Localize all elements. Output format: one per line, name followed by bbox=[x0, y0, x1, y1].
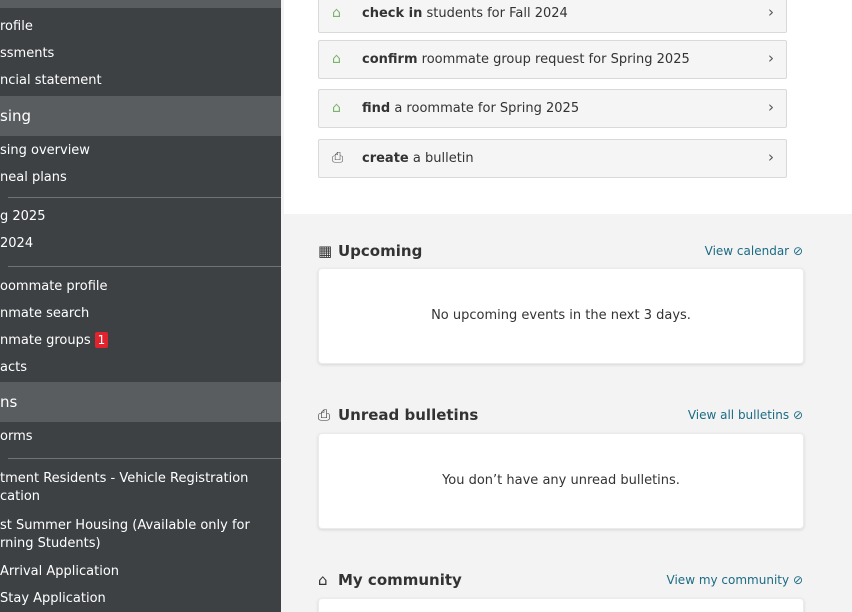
upcoming-heading: ▦ Upcoming bbox=[318, 242, 423, 260]
sidebar-item-financial-statement[interactable]: ncial statement bbox=[0, 72, 102, 90]
sidebar-item-forms[interactable]: orms bbox=[0, 428, 33, 446]
sidebar-divider bbox=[8, 197, 281, 198]
sidebar-item-vehicle-registration-cont[interactable]: cation bbox=[0, 488, 40, 506]
sidebar-section-label: ns bbox=[0, 393, 18, 411]
bulletins-card: You don’t have any unread bulletins. bbox=[318, 433, 804, 529]
task-label: find a roommate for Spring 2025 bbox=[362, 101, 580, 116]
my-community-heading: ⌂ My community bbox=[318, 571, 462, 589]
task-label: confirm roommate group request for Sprin… bbox=[362, 52, 690, 67]
sidebar-item-fall-2024[interactable]: 2024 bbox=[0, 235, 33, 253]
task-confirm-roommate-group[interactable]: ⌂ confirm roommate group request for Spr… bbox=[318, 40, 787, 79]
bulletins-empty-message: You don’t have any unread bulletins. bbox=[442, 473, 680, 488]
sidebar-item-profile[interactable]: rofile bbox=[0, 18, 33, 36]
notification-badge: 1 bbox=[94, 332, 109, 348]
house-icon: ⌂ bbox=[332, 5, 341, 21]
chevron-right-icon: › bbox=[768, 98, 774, 116]
sidebar-item-assessments[interactable]: ssments bbox=[0, 45, 54, 63]
sidebar-top-section bbox=[0, 0, 281, 8]
sidebar-section-label: sing bbox=[0, 107, 32, 125]
sidebar-item-roommate-groups[interactable]: nmate groups 1 bbox=[0, 332, 109, 350]
sidebar-section-forms[interactable]: ns bbox=[0, 382, 281, 422]
circle-arrow-icon: ⊘ bbox=[792, 573, 803, 587]
sidebar-item-roommate-profile[interactable]: oommate profile bbox=[0, 278, 108, 296]
task-create-bulletin[interactable]: ⎙ create a bulletin › bbox=[318, 139, 787, 178]
sidebar-item-contacts[interactable]: acts bbox=[0, 359, 27, 377]
sidebar-item-summer-housing-cont[interactable]: rning Students) bbox=[0, 535, 101, 553]
calendar-icon: ▦ bbox=[318, 242, 333, 260]
sidebar-divider bbox=[8, 458, 281, 459]
house-icon: ⌂ bbox=[318, 571, 328, 589]
chevron-right-icon: › bbox=[768, 49, 774, 67]
sidebar-item-stay-application[interactable]: Stay Application bbox=[0, 590, 106, 608]
sidebar-divider bbox=[8, 266, 281, 267]
house-icon: ⌂ bbox=[332, 51, 341, 67]
chevron-right-icon: › bbox=[768, 3, 774, 21]
sidebar-item-label: nmate groups bbox=[0, 333, 91, 348]
main-content: ⌂ check in students for Fall 2024 › ⌂ co… bbox=[284, 0, 852, 612]
task-label: create a bulletin bbox=[362, 151, 474, 166]
view-my-community-link[interactable]: View my community ⊘ bbox=[667, 571, 803, 589]
unread-bulletins-heading: ⎙ Unread bulletins bbox=[318, 406, 479, 424]
sidebar-item-meal-plans[interactable]: neal plans bbox=[0, 169, 67, 187]
upcoming-empty-message: No upcoming events in the next 3 days. bbox=[431, 308, 691, 323]
task-label: check in students for Fall 2024 bbox=[362, 6, 568, 21]
bulletin-icon: ⎙ bbox=[318, 406, 331, 424]
upcoming-card: No upcoming events in the next 3 days. bbox=[318, 268, 804, 364]
circle-arrow-icon: ⊘ bbox=[792, 408, 803, 422]
community-card bbox=[318, 598, 804, 612]
chevron-right-icon: › bbox=[768, 148, 774, 166]
sidebar-section-housing[interactable]: sing bbox=[0, 96, 281, 136]
sidebar-item-housing-overview[interactable]: sing overview bbox=[0, 142, 90, 160]
view-calendar-link[interactable]: View calendar ⊘ bbox=[705, 242, 803, 260]
circle-arrow-icon: ⊘ bbox=[792, 244, 803, 258]
task-check-in[interactable]: ⌂ check in students for Fall 2024 › bbox=[318, 0, 787, 33]
task-find-roommate[interactable]: ⌂ find a roommate for Spring 2025 › bbox=[318, 89, 787, 128]
tasks-panel: ⌂ check in students for Fall 2024 › ⌂ co… bbox=[284, 0, 852, 214]
sidebar-item-roommate-search[interactable]: nmate search bbox=[0, 305, 89, 323]
view-all-bulletins-link[interactable]: View all bulletins ⊘ bbox=[688, 406, 803, 424]
bulletin-icon: ⎙ bbox=[332, 150, 344, 166]
sidebar-item-vehicle-registration[interactable]: tment Residents - Vehicle Registration bbox=[0, 470, 248, 488]
sidebar-item-arrival-application[interactable]: Arrival Application bbox=[0, 563, 119, 581]
house-icon: ⌂ bbox=[332, 100, 341, 116]
sidebar-nav: rofile ssments ncial statement sing sing… bbox=[0, 0, 281, 612]
sidebar-item-summer-housing[interactable]: st Summer Housing (Available only for bbox=[0, 517, 250, 535]
sidebar-item-spring-2025[interactable]: g 2025 bbox=[0, 208, 45, 226]
